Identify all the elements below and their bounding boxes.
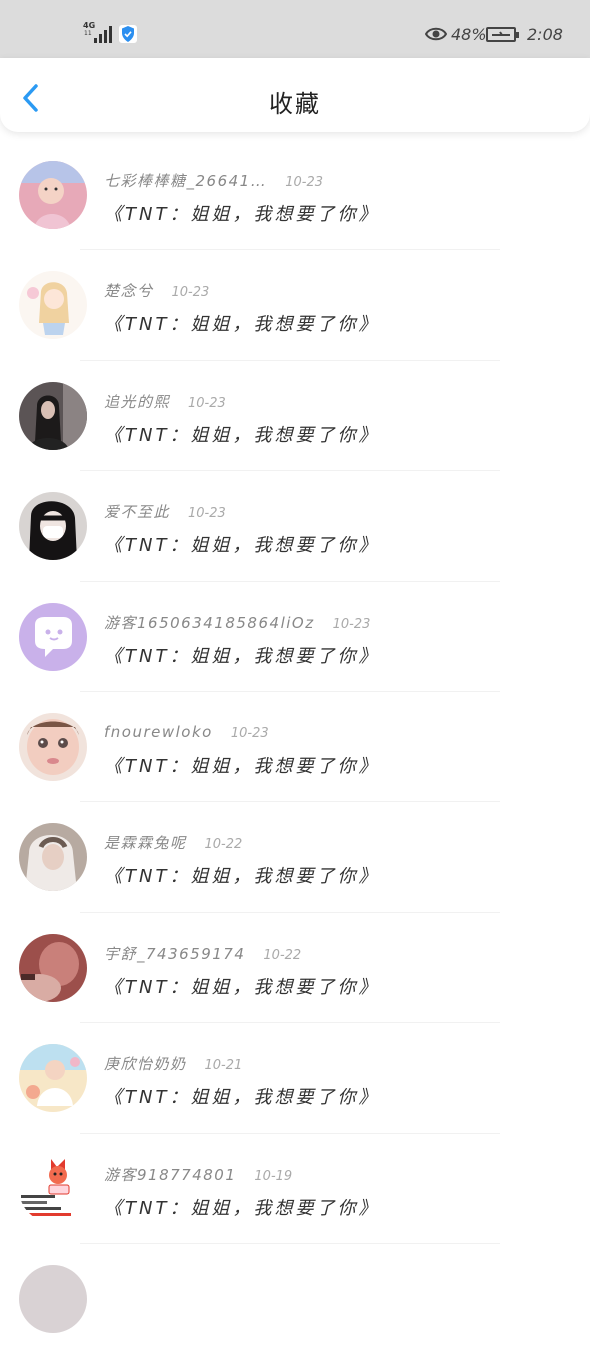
- item-date: 10-22: [204, 837, 243, 853]
- clock: 2:08: [527, 25, 563, 44]
- item-date: 10-23: [188, 395, 226, 411]
- avatar[interactable]: [19, 933, 87, 1002]
- item-author[interactable]: 庚欣怡奶奶: [104, 1055, 187, 1073]
- list-item[interactable]: 宇舒_743659174 10-22 《TNT：姐姐，我想要了你》: [0, 913, 590, 1024]
- item-date: 10-22: [263, 947, 302, 963]
- avatar[interactable]: [19, 271, 87, 340]
- avatar[interactable]: [19, 492, 87, 561]
- item-author[interactable]: 游客918774801: [104, 1166, 236, 1184]
- list-item[interactable]: 游客1650634185864liOz 10-23 《TNT：姐姐，我想要了你》: [0, 582, 590, 692]
- item-date: 10-23: [188, 506, 226, 522]
- item-author[interactable]: 追光的熙: [104, 393, 170, 411]
- item-date: 10-21: [204, 1058, 243, 1074]
- item-message[interactable]: 《TNT：姐姐，我想要了你》: [104, 752, 379, 778]
- avatar[interactable]: [19, 161, 87, 229]
- network-subtype: 11: [84, 30, 92, 37]
- item-date: 10-23: [332, 616, 371, 632]
- item-author[interactable]: 楚念兮: [104, 282, 154, 300]
- item-author[interactable]: fnourewloko: [104, 723, 213, 741]
- signal-icon: [94, 25, 112, 43]
- item-author[interactable]: 七彩棒棒糖_26641…: [104, 172, 267, 190]
- item-message[interactable]: 《TNT：姐姐，我想要了你》: [104, 1083, 379, 1109]
- battery-charging-icon: [486, 27, 519, 42]
- eye-icon: [425, 27, 447, 41]
- list-item[interactable]: 游客918774801 10-19 《TNT：姐姐，我想要了你》: [0, 1134, 590, 1244]
- item-message[interactable]: 《TNT：姐姐，我想要了你》: [104, 973, 379, 999]
- item-message[interactable]: 《TNT：姐姐，我想要了你》: [104, 862, 379, 888]
- item-message[interactable]: 《TNT：姐姐，我想要了你》: [104, 310, 379, 336]
- item-message[interactable]: 《TNT：姐姐，我想要了你》: [104, 200, 379, 226]
- list-item[interactable]: fnourewloko 10-23 《TNT：姐姐，我想要了你》: [0, 692, 590, 803]
- list-item[interactable]: 楚念兮 10-23 《TNT：姐姐，我想要了你》: [0, 250, 590, 361]
- page-title: 收藏: [269, 90, 321, 118]
- avatar[interactable]: [19, 1264, 87, 1333]
- list-item[interactable]: 追光的熙 10-23 《TNT：姐姐，我想要了你》: [0, 361, 590, 472]
- item-date: 10-23: [230, 725, 269, 741]
- item-author[interactable]: 爱不至此: [104, 503, 170, 521]
- item-message[interactable]: 《TNT：姐姐，我想要了你》: [104, 642, 379, 668]
- item-author[interactable]: 宇舒_743659174: [104, 945, 245, 963]
- item-message[interactable]: 《TNT：姐姐，我想要了你》: [104, 421, 379, 447]
- item-author[interactable]: 是霖霖兔呢: [104, 834, 187, 852]
- item-date: 10-19: [254, 1168, 293, 1184]
- avatar[interactable]: [19, 1154, 87, 1223]
- item-author[interactable]: 游客1650634185864liOz: [104, 614, 315, 632]
- item-date: 10-23: [171, 285, 210, 301]
- avatar[interactable]: [19, 1044, 87, 1113]
- avatar[interactable]: [19, 823, 87, 892]
- list-item[interactable]: [0, 1244, 590, 1354]
- list-item[interactable]: 是霖霖兔呢 10-22 《TNT：姐姐，我想要了你》: [0, 802, 590, 913]
- item-date: 10-23: [285, 175, 323, 190]
- list-item[interactable]: 爱不至此 10-23 《TNT：姐姐，我想要了你》: [0, 471, 590, 582]
- avatar[interactable]: [19, 381, 87, 450]
- item-message[interactable]: 《TNT：姐姐，我想要了你》: [104, 1194, 379, 1220]
- list-item[interactable]: 庚欣怡奶奶 10-21 《TNT：姐姐，我想要了你》: [0, 1023, 590, 1134]
- status-bar: 4G 11 48% 2:08: [0, 0, 590, 58]
- avatar[interactable]: [19, 712, 87, 781]
- nav-bar: 收藏: [0, 58, 590, 132]
- battery-percent: 48%: [451, 25, 487, 44]
- favorites-list: 七彩棒棒糖_26641… 10-23 《TNT：姐姐，我想要了你》 楚念兮 10-2…: [0, 140, 590, 1354]
- item-message[interactable]: 《TNT：姐姐，我想要了你》: [104, 531, 379, 557]
- shield-icon: [119, 25, 137, 43]
- list-item[interactable]: 七彩棒棒糖_26641… 10-23 《TNT：姐姐，我想要了你》: [0, 140, 590, 251]
- avatar[interactable]: [19, 602, 87, 671]
